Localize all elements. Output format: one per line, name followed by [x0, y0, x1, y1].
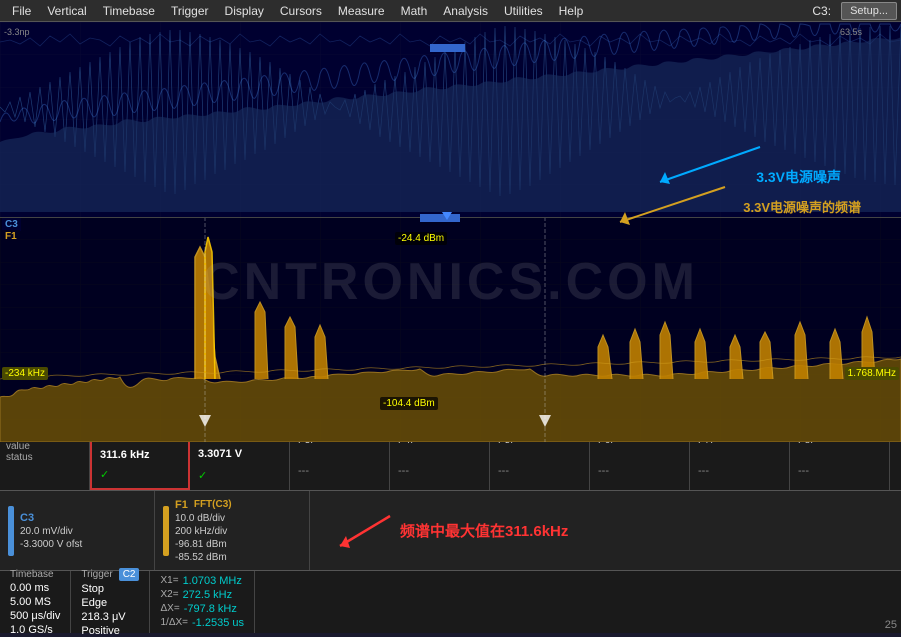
annotation-311k-text: 频谱中最大值在311.6kHz [400, 520, 568, 541]
p8-value: --- [798, 465, 881, 477]
time-div-value: 500 μs/div [10, 610, 60, 622]
menu-utilities[interactable]: Utilities [496, 2, 551, 20]
f1-db-div: 10.0 dB/div [175, 513, 232, 524]
menu-analysis[interactable]: Analysis [435, 2, 496, 20]
c3-info-text: C3 20.0 mV/div -3.3000 V ofst [20, 512, 82, 550]
svg-text:-3.3np: -3.3np [4, 27, 30, 37]
scope-area: -3.3np 63.5s C3 F1 [0, 22, 901, 442]
cursor-x-block: X1= 1.0703 MHz X2= 272.5 kHz ΔX= -797.8 … [150, 571, 255, 633]
trigger-level: 218.3 μV [81, 611, 139, 623]
f1-info-text: F1 FFT(C3) 10.0 dB/div 200 kHz/div -96.8… [175, 499, 232, 563]
timebase-block: Timebase 0.00 ms 5.00 MS 500 μs/div 1.0 … [0, 571, 71, 633]
c3-color-bar [8, 506, 14, 556]
timebase-label: Timebase [10, 569, 60, 580]
page-number: 25 [885, 619, 897, 631]
svg-text:63.5s: 63.5s [840, 27, 863, 37]
channel-c3-block[interactable]: C3 20.0 mV/div -3.3000 V ofst [0, 491, 155, 570]
bottom-bar: Measure value status P1:x@max(F1) 311.6 … [0, 420, 901, 633]
p7-value: --- [698, 465, 781, 477]
annotation-3v3-noise: 3.3V电源噪声 [756, 167, 841, 187]
inv-dx-value: -1.2535 us [192, 617, 244, 629]
f1-color-bar [163, 506, 169, 556]
dbm-label-bottom: -104.4 dBm [380, 397, 438, 410]
setup-button[interactable]: Setup... [841, 2, 897, 20]
menu-cursors[interactable]: Cursors [272, 2, 330, 20]
menu-display[interactable]: Display [217, 2, 272, 20]
f1-hz-div: 200 kHz/div [175, 526, 232, 537]
menu-math[interactable]: Math [393, 2, 436, 20]
channel-label-f1: F1 [2, 230, 20, 243]
x1-label: X1= [160, 575, 178, 587]
x2-value: 272.5 kHz [183, 589, 233, 601]
trigger-indicator-upper [430, 44, 465, 52]
annotation-arrow-svg [320, 506, 400, 556]
p6-value: --- [598, 465, 681, 477]
p2-value: 3.3071 V [198, 448, 281, 460]
f1-fft-label: FFT(C3) [194, 499, 232, 510]
p1-status: ✓ [100, 468, 180, 481]
c3-channel-name: C3 [20, 512, 82, 524]
trigger-block: Trigger C2 Stop Edge 218.3 μV Positive [71, 571, 150, 633]
menu-timebase[interactable]: Timebase [95, 2, 163, 20]
p2-status: ✓ [198, 469, 281, 482]
timebase-value: 0.00 ms [10, 582, 60, 594]
annotation-3v3-spectrum: 3.3V电源噪声的频谱 [743, 197, 861, 216]
sample-rate-value: 1.0 GS/s [10, 624, 60, 636]
fft-waveform [0, 217, 901, 442]
menu-help[interactable]: Help [551, 2, 592, 20]
x2-label: X2= [160, 589, 178, 601]
f1-ref1: -96.81 dBm [175, 539, 232, 550]
channel-f1-block[interactable]: F1 FFT(C3) 10.0 dB/div 200 kHz/div -96.8… [155, 491, 310, 570]
measure-value-label: value [6, 441, 83, 452]
dx-label: ΔX= [160, 603, 179, 615]
trigger-coupling: Positive [81, 625, 139, 637]
menu-trigger[interactable]: Trigger [163, 2, 217, 20]
menubar: File Vertical Timebase Trigger Display C… [0, 0, 901, 22]
trigger-type: Edge [81, 597, 139, 609]
menu-measure[interactable]: Measure [330, 2, 393, 20]
trigger-mode: Stop [81, 583, 139, 595]
measure-status-label: status [6, 452, 83, 463]
inv-dx-label: 1/ΔX= [160, 617, 188, 629]
x1-value: 1.0703 MHz [183, 575, 242, 587]
annotation-area: 频谱中最大值在311.6kHz [310, 491, 901, 570]
f1-ref2: -85.52 dBm [175, 552, 232, 563]
c3-volts-div: 20.0 mV/div [20, 526, 82, 537]
c3-label: C3: [806, 2, 837, 20]
p5-value: --- [498, 465, 581, 477]
cursor-marker [420, 214, 460, 222]
dbm-label-top: -24.4 dBm [395, 232, 447, 245]
p3-value: --- [298, 465, 381, 477]
dx-value: -797.8 kHz [184, 603, 237, 615]
freq-marker-left: -234 kHz [2, 367, 48, 380]
p4-value: --- [398, 465, 481, 477]
menu-file[interactable]: File [4, 2, 39, 20]
trigger-channel-badge: C2 [119, 568, 140, 581]
menu-vertical[interactable]: Vertical [39, 2, 94, 20]
freq-marker-right: 1.768.MHz [845, 367, 899, 380]
mem-value: 5.00 MS [10, 596, 60, 608]
trigger-label: Trigger [81, 569, 112, 580]
c3-offset: -3.3000 V ofst [20, 539, 82, 550]
channel-info-row: C3 20.0 mV/div -3.3000 V ofst F1 FFT(C3)… [0, 490, 901, 570]
status-row: Timebase 0.00 ms 5.00 MS 500 μs/div 1.0 … [0, 570, 901, 633]
f1-channel-name: F1 [175, 499, 188, 511]
p1-value: 311.6 kHz [100, 449, 180, 461]
cursor-triangle [442, 212, 452, 220]
